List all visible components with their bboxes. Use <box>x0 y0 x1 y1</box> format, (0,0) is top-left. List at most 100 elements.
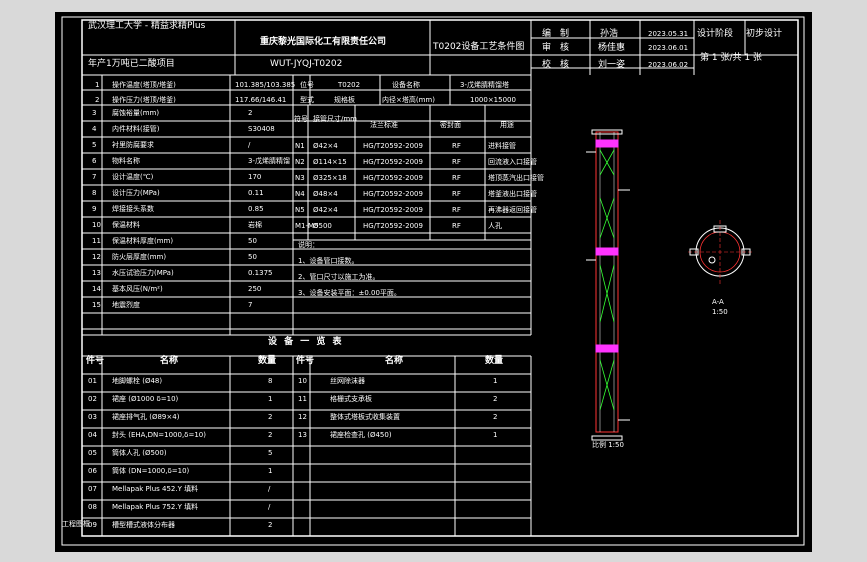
process-row-value: / <box>248 141 251 149</box>
process-row-no: 4 <box>92 125 97 133</box>
part-no: 07 <box>88 485 97 493</box>
type-label: 型式 <box>300 96 314 104</box>
sign-role-1: 编 制 <box>542 29 570 39</box>
part-name: 筒体 (DN=1000,δ=10) <box>112 467 190 475</box>
nozzle-size: Ø48×4 <box>313 190 338 198</box>
part-no: 13 <box>298 431 307 439</box>
process-row-no: 7 <box>92 173 97 181</box>
process-row-label: 设计温度(℃) <box>112 173 154 181</box>
equip-name-value: 3-戊烯腈精馏塔 <box>460 81 509 89</box>
part-name: 格栅式支承板 <box>330 395 372 403</box>
nozzle-facing: RF <box>452 158 461 166</box>
part-no: 01 <box>88 377 97 385</box>
nozzle-flange-standard: HG/T20592-2009 <box>363 158 423 166</box>
nozzle-symbol: N3 <box>295 174 305 182</box>
part-qty: 2 <box>268 431 273 439</box>
process-row-value: S30408 <box>248 125 275 133</box>
equip-name-label: 设备名称 <box>392 81 420 89</box>
nozzle-header-flange: 法兰标准 <box>370 121 398 129</box>
process-row-value: 3-戊烯腈精馏 <box>248 157 290 165</box>
process-row-value: 0.1375 <box>248 269 273 277</box>
process-row-label: 地震烈度 <box>112 301 140 309</box>
nozzle-flange-standard: HG/T20592-2009 <box>363 222 423 230</box>
drawing-number: WUT-JYQJ-T0202 <box>270 59 343 69</box>
part-name: 裙座检查孔 (Ø450) <box>330 431 392 439</box>
part-name: Mellapak Plus 752.Y 填料 <box>112 503 199 511</box>
part-name: 丝网除沫器 <box>330 377 365 385</box>
part-no: 10 <box>298 377 307 385</box>
sign-date-3: 2023.06.02 <box>648 61 689 69</box>
part-qty: 2 <box>493 395 498 403</box>
section-view-caption: A-A <box>712 298 724 306</box>
part-qty: 1 <box>268 467 273 475</box>
head-flange <box>591 435 623 441</box>
process-row-label: 焊接接头系数 <box>112 205 154 213</box>
nozzle-symbol: N5 <box>295 206 305 214</box>
nozzle-facing: RF <box>452 190 461 198</box>
process-row-label: 腐蚀裕量(mm) <box>112 109 160 117</box>
part-qty: 1 <box>493 431 498 439</box>
process-row-no: 12 <box>92 253 101 261</box>
project-name: 年产1万吨已二酸项目 <box>88 59 175 69</box>
sign-name-3: 刘一姿 <box>598 60 626 70</box>
process-row-label: 水压试验压力(MPa) <box>112 269 174 277</box>
company-name: 重庆黎光国际化工有限责任公司 <box>260 37 387 47</box>
part-name: 槽型槽式液体分布器 <box>112 521 175 529</box>
process-row-no: 5 <box>92 141 97 149</box>
sign-date-2: 2023.06.01 <box>648 44 689 52</box>
nozzle-header-symbol: 符号 <box>294 115 308 123</box>
sign-name-2: 杨佳惠 <box>598 43 626 53</box>
size-value: 1000×15000 <box>470 96 516 104</box>
note-2: 2、管口尺寸以施工为准。 <box>298 273 380 281</box>
tag-label: 位号 <box>300 81 314 89</box>
sign-role-3: 校 核 <box>542 60 570 70</box>
row-2-label: 操作压力(塔顶/塔釜) <box>112 96 176 104</box>
parts-list-title: 设 备 一 览 表 <box>268 337 344 347</box>
part-qty: 2 <box>493 413 498 421</box>
part-name: 筒体人孔 (Ø500) <box>112 449 167 457</box>
part-qty: / <box>268 503 271 511</box>
process-row-no: 10 <box>92 221 101 229</box>
process-row-no: 6 <box>92 157 97 165</box>
process-row-label: 物料名称 <box>112 157 140 165</box>
part-no: 08 <box>88 503 97 511</box>
design-stage-label: 设计阶段 <box>697 29 734 39</box>
nozzle-size: Ø500 <box>313 222 332 230</box>
process-row-label: 防火层厚度(mm) <box>112 253 167 261</box>
part-name: Mellapak Plus 452.Y 填料 <box>112 485 199 493</box>
process-row-label: 保温材料厚度(mm) <box>112 237 174 245</box>
nozzle-flange-standard: HG/T20592-2009 <box>363 190 423 198</box>
cad-viewport[interactable]: 武汉理工大学 - 精益求精Plus 重庆黎光国际化工有限责任公司 T0202设备… <box>0 0 867 562</box>
parts-header-no-right: 件号 <box>296 356 315 366</box>
type-value: 规格板 <box>334 96 355 104</box>
nozzle-purpose: 进料接管 <box>488 142 516 150</box>
size-label: 内径×塔高(mm) <box>382 96 435 104</box>
nozzle-symbol: N4 <box>295 190 305 198</box>
process-row-no: 11 <box>92 237 101 245</box>
sign-date-1: 2023.05.31 <box>648 30 689 38</box>
process-row-label: 保温材料 <box>112 221 140 229</box>
outlet-nozzle <box>708 256 716 264</box>
process-row-label: 内件材料(接管) <box>112 125 160 133</box>
sign-role-2: 审 核 <box>542 43 570 53</box>
row-2-no: 2 <box>95 96 100 104</box>
nozzle-purpose: 回流液入口接管 <box>488 158 537 166</box>
part-name: 地脚螺栓 (Ø48) <box>112 377 163 385</box>
column-shell <box>595 131 619 433</box>
nozzle-symbol: N2 <box>295 158 305 166</box>
process-row-value: 50 <box>248 253 257 261</box>
process-row-value: 0.11 <box>248 189 264 197</box>
process-row-value: 2 <box>248 109 253 117</box>
nozzle-size: Ø325×18 <box>313 174 347 182</box>
nozzle-purpose: 塔顶蒸汽出口接管 <box>488 174 544 182</box>
nozzle-facing: RF <box>452 142 461 150</box>
part-qty: 2 <box>268 521 273 529</box>
part-no: 11 <box>298 395 307 403</box>
parts-header-qty-left: 数量 <box>258 356 277 366</box>
process-row-label: 设计压力(MPa) <box>112 189 160 197</box>
university-name: 武汉理工大学 - 精益求精Plus <box>88 21 206 31</box>
process-row-value: 250 <box>248 285 262 293</box>
nozzle-symbol: N1 <box>295 142 305 150</box>
process-row-label: 衬里防腐要求 <box>112 141 154 149</box>
part-name: 整体式塔板式收集装置 <box>330 413 400 421</box>
